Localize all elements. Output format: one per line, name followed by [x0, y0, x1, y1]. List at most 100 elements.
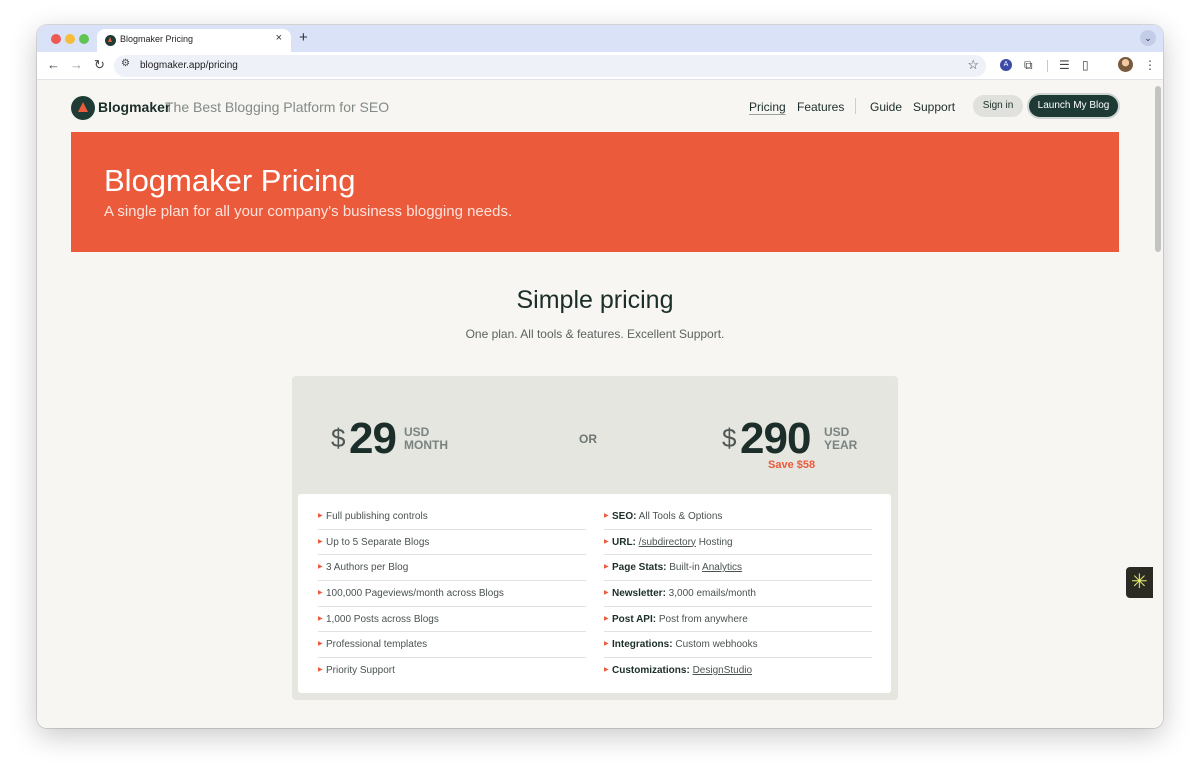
nav-pricing[interactable]: Pricing	[749, 100, 786, 114]
tab-close-icon[interactable]: ×	[276, 32, 282, 44]
feature-text: All Tools & Options	[636, 511, 723, 522]
bookmark-star-icon[interactable]: ☆	[967, 57, 979, 73]
maximize-window-button[interactable]	[79, 34, 89, 44]
feature-item-page-stats: ▶ Page Stats: Built-in Analytics	[604, 555, 872, 582]
yearly-currency-symbol: $	[722, 423, 737, 453]
pricing-title: Simple pricing	[516, 286, 674, 314]
feature-text: Professional templates	[326, 639, 428, 651]
features-column-left: ▶ Full publishing controls ▶ Up to 5 Separ…	[318, 504, 586, 684]
feature-text: Built-in	[666, 562, 703, 574]
feature-key: Newsletter:	[612, 588, 666, 600]
bullet-icon: ▶	[604, 641, 609, 648]
feature-item-post-api: ▶ Post API: Post from anywhere	[604, 607, 872, 633]
nav-support[interactable]: Support	[913, 100, 955, 114]
bullet-icon: ▶	[604, 590, 609, 597]
sign-in-button[interactable]: Sign in	[973, 95, 1023, 117]
feature-text: Up to 5 Separate Blogs	[326, 536, 430, 548]
bullet-icon: ▶	[318, 538, 323, 545]
url-text[interactable]: blogmaker.app/pricing	[140, 60, 238, 71]
bullet-icon: ▶	[604, 564, 609, 571]
feature-item: ▶ Priority Support	[318, 658, 586, 684]
feature-text: 3,000 emails/month	[665, 588, 756, 600]
nav-features[interactable]: Features	[797, 100, 844, 114]
page-scrollbar[interactable]	[1153, 81, 1163, 728]
feature-item: ▶ 3 Authors per Blog	[318, 555, 586, 582]
feature-item-integrations: ▶ Integrations: Custom webhooks	[604, 632, 872, 659]
bullet-icon: ▶	[604, 513, 609, 519]
designstudio-link[interactable]: DesignStudio	[693, 665, 752, 676]
monthly-currency-symbol: $	[331, 423, 346, 453]
pricing-subtitle: One plan. All tools & features. Excellen…	[465, 327, 725, 341]
bullet-icon: ▶	[604, 538, 609, 545]
bullet-icon: ▶	[604, 615, 609, 622]
feature-text: Post from anywhere	[656, 613, 748, 625]
hero-title: Blogmaker Pricing	[104, 163, 356, 198]
bullet-icon: ▶	[318, 564, 323, 571]
feature-item: ▶ Up to 5 Separate Blogs	[318, 530, 586, 556]
back-icon[interactable]: ←	[47, 57, 60, 73]
bullet-icon: ▶	[318, 667, 323, 674]
bullet-icon: ▶	[318, 513, 323, 519]
yearly-currency: USD	[824, 425, 850, 439]
feature-key: SEO:	[612, 511, 637, 522]
hero-subtitle: A single plan for all your company's bus…	[104, 203, 513, 220]
feature-item: ▶ Professional templates	[318, 632, 586, 659]
feature-item-url: ▶ URL: /subdirectory Hosting	[604, 530, 872, 556]
nav-guide[interactable]: Guide	[870, 100, 902, 114]
profile-avatar[interactable]	[1118, 57, 1133, 72]
launch-blog-button[interactable]: Launch My Blog	[1029, 95, 1118, 117]
brand-name[interactable]: Blogmaker	[98, 99, 170, 115]
more-menu-icon[interactable]: ⋮	[1144, 57, 1156, 73]
asterisk-icon: ✳	[1131, 571, 1148, 593]
favicon-icon	[105, 35, 116, 46]
bullet-icon: ▶	[318, 641, 323, 648]
feedback-widget-button[interactable]: ✳	[1126, 567, 1153, 598]
analytics-link[interactable]: Analytics	[702, 562, 742, 573]
extensions-puzzle-icon[interactable]: ⧉	[1024, 57, 1033, 73]
forward-icon[interactable]: →	[70, 57, 83, 73]
page-content: Blogmaker The Best Blogging Platform for…	[37, 81, 1153, 728]
blogmaker-logo-icon[interactable]	[71, 96, 95, 120]
feature-text: Priority Support	[326, 665, 395, 677]
feature-key: Customizations:	[612, 665, 690, 677]
feature-item: ▶ Full publishing controls	[318, 504, 586, 530]
new-tab-button[interactable]: +	[299, 29, 308, 46]
feature-text: 3 Authors per Blog	[326, 562, 409, 574]
browser-window: Blogmaker Pricing × + ⌄ ← → ↻ ⚙ blogmake…	[37, 25, 1163, 728]
reading-list-icon[interactable]: ☰	[1059, 57, 1070, 73]
toolbar-divider	[1047, 60, 1048, 72]
tab-search-icon[interactable]: ⌄	[1140, 30, 1156, 46]
minimize-window-button[interactable]	[65, 34, 75, 44]
features-column-right: ▶ SEO: All Tools & Options ▶ URL: /subdire…	[604, 504, 872, 684]
scrollbar-thumb[interactable]	[1155, 86, 1161, 252]
tab-bar: Blogmaker Pricing × + ⌄	[37, 25, 1163, 52]
side-panel-icon[interactable]: ▯	[1082, 57, 1089, 73]
feature-text: Full publishing controls	[326, 511, 428, 522]
brand-tagline: The Best Blogging Platform for SEO	[165, 99, 390, 115]
site-settings-icon[interactable]: ⚙	[121, 58, 130, 69]
monthly-currency: USD	[404, 425, 430, 439]
feature-item: ▶ 1,000 Posts across Blogs	[318, 607, 586, 633]
close-window-button[interactable]	[51, 34, 61, 44]
feature-text: Hosting	[695, 536, 733, 548]
browser-tab[interactable]: Blogmaker Pricing ×	[97, 29, 291, 52]
yearly-savings: Save $58	[768, 459, 816, 471]
tab-title: Blogmaker Pricing	[120, 34, 194, 44]
or-separator: OR	[579, 432, 597, 446]
yearly-period: YEAR	[824, 438, 858, 452]
feature-item-customizations: ▶ Customizations: DesignStudio	[604, 658, 872, 684]
feature-text: 1,000 Posts across Blogs	[326, 613, 439, 625]
browser-toolbar: ← → ↻ ⚙ blogmaker.app/pricing ☆ A ⧉ ☰ ▯ …	[37, 52, 1163, 80]
yearly-price: 290	[740, 414, 811, 463]
reload-icon[interactable]: ↻	[94, 57, 105, 73]
hero-banner: Blogmaker Pricing A single plan for all …	[71, 132, 1119, 252]
address-bar[interactable]: ⚙ blogmaker.app/pricing ☆	[114, 55, 986, 77]
subdirectory-link[interactable]: /subdirectory	[639, 537, 696, 548]
extension-icon[interactable]: A	[1000, 59, 1012, 71]
feature-text: 100,000 Pageviews/month across Blogs	[326, 588, 504, 600]
feature-item-seo: ▶ SEO: All Tools & Options	[604, 504, 872, 530]
pricing-card: $ 29 USD MONTH OR $ 290 USD YEAR Save $5…	[292, 376, 898, 700]
monthly-period: MONTH	[404, 438, 448, 452]
bullet-icon: ▶	[318, 615, 323, 622]
feature-text: Custom webhooks	[672, 639, 758, 651]
